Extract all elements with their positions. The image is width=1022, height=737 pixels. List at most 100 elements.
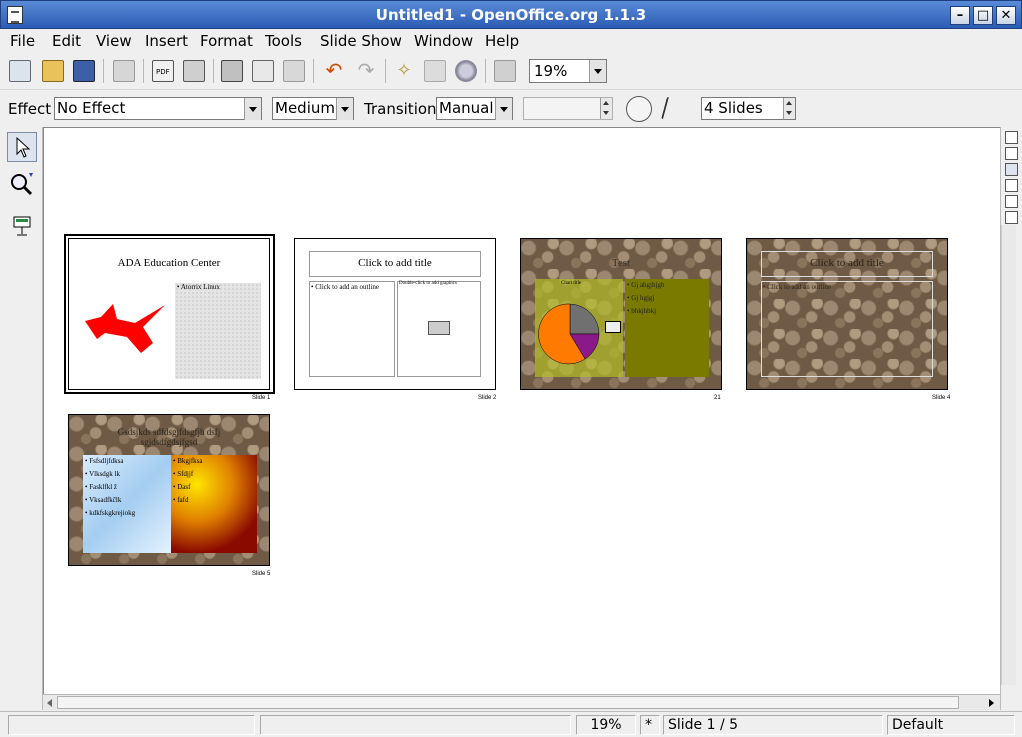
bullet-item: • Fasklfkl ž xyxy=(85,483,118,491)
slides-per-row-value: 4 Slides xyxy=(704,99,763,117)
status-size xyxy=(260,715,571,735)
status-zoom[interactable]: 19% xyxy=(576,715,636,735)
slide-title: ADA Education Center xyxy=(117,257,221,269)
menu-insert[interactable]: Insert xyxy=(145,32,188,50)
cut-icon[interactable] xyxy=(221,60,243,82)
edit-file-icon[interactable] xyxy=(113,60,135,82)
scroll-thumb[interactable] xyxy=(57,696,959,709)
zoom-combo[interactable]: 19% xyxy=(529,59,607,83)
drawing-view-tab[interactable] xyxy=(1005,131,1018,144)
chevron-down-icon[interactable] xyxy=(336,98,353,120)
menu-window[interactable]: Window xyxy=(414,32,473,50)
menu-file[interactable]: File xyxy=(10,32,35,50)
menu-format[interactable]: Format xyxy=(200,32,253,50)
menu-edit[interactable]: Edit xyxy=(52,32,81,50)
redo-icon[interactable]: ↷ xyxy=(355,60,377,82)
bullet-item: • fafd xyxy=(173,496,189,504)
handout-view-tab[interactable] xyxy=(1005,195,1018,208)
vertical-scrollbar[interactable] xyxy=(1001,225,1016,685)
bullet-item: • bhkjhbkj xyxy=(627,307,657,315)
slide-thumbnail-5[interactable]: Gsdsjkds sdfdsgjfdsgfjh dsfj sgjdsdfgdsj… xyxy=(68,414,270,566)
show-hide-slide-icon[interactable] xyxy=(661,97,679,119)
undo-icon[interactable]: ↶ xyxy=(323,60,345,82)
data-sources-icon[interactable] xyxy=(494,60,516,82)
speed-select[interactable]: Medium xyxy=(272,97,354,120)
transition-select[interactable]: Manual xyxy=(436,97,513,120)
slide-title: Click to add title xyxy=(358,257,432,269)
effect-select[interactable]: No Effect xyxy=(54,97,262,120)
status-slide: Slide 1 / 5 xyxy=(663,715,883,735)
speed-value: Medium xyxy=(275,99,335,117)
effect-value: No Effect xyxy=(57,99,126,117)
paste-icon[interactable] xyxy=(283,60,305,82)
text-box-background xyxy=(175,283,261,379)
bullet-item: • Fsfsdljfdksa xyxy=(85,457,124,465)
gallery-icon[interactable] xyxy=(455,60,477,82)
horizontal-scrollbar[interactable] xyxy=(43,694,1000,710)
slide-thumbnail-3[interactable]: Test Chart title • Gj ahgjhjgh • Gj hgjg… xyxy=(520,238,722,390)
slide-thumbnail-1[interactable]: ADA Education Center • Atorrix Linux xyxy=(68,238,270,390)
status-layout: Default xyxy=(887,715,1015,735)
save-icon[interactable] xyxy=(73,60,95,82)
export-pdf-icon[interactable]: PDF xyxy=(152,60,174,82)
scroll-right-icon[interactable] xyxy=(989,699,994,707)
minimize-button[interactable]: – xyxy=(950,6,970,25)
chart-title: Chart title xyxy=(561,281,582,286)
menu-view[interactable]: View xyxy=(96,32,132,50)
outline-placeholder xyxy=(309,281,395,377)
copy-icon[interactable] xyxy=(252,60,274,82)
slide-label: Slide 5 xyxy=(252,571,271,577)
slide-label: Slide 4 xyxy=(932,395,951,401)
slide-view-tab[interactable] xyxy=(1005,163,1018,176)
slide-title: Test xyxy=(611,257,631,269)
bullet-item: • Sfdjjf xyxy=(173,470,194,478)
chevron-down-icon[interactable] xyxy=(589,60,606,82)
bullet-item: • Vlksdgk lk xyxy=(85,470,120,478)
bullet-item: • Gj ahgjhjgh xyxy=(627,281,665,289)
sorter-view-tab[interactable] xyxy=(1005,211,1018,224)
menu-help[interactable]: Help xyxy=(485,32,519,50)
time-spinbox[interactable] xyxy=(523,97,613,120)
slide-thumbnail-2[interactable]: Click to add title • Click to add an out… xyxy=(294,238,496,390)
bullet-item: • kdkfskgkrejiokg xyxy=(85,509,136,517)
print-icon[interactable] xyxy=(183,60,205,82)
slide-title: Gsdsjkds sdfdsgjfdsgfjh dsfj sgjdsdfgdsj… xyxy=(117,427,221,447)
zoom-icon[interactable] xyxy=(7,169,37,199)
menu-tools[interactable]: Tools xyxy=(265,32,302,50)
slide-timer-icon[interactable] xyxy=(626,96,652,122)
table-icon[interactable] xyxy=(424,60,446,82)
title-bar: Untitled1 - OpenOffice.org 1.1.3 – □ ✕ xyxy=(0,0,1022,29)
bullet-item: • Atorrix Linux xyxy=(177,283,220,291)
chart-legend xyxy=(605,321,621,333)
standard-toolbar: PDF ↶ ↷ ✧ 19% xyxy=(0,53,1022,90)
image-placeholder-icon xyxy=(428,321,450,335)
slide-sorter-bar: Effect No Effect Medium Transition Manua… xyxy=(0,90,1022,127)
chevron-down-icon[interactable] xyxy=(244,98,261,120)
close-button[interactable]: ✕ xyxy=(996,6,1016,25)
outline-view-tab[interactable] xyxy=(1005,147,1018,160)
outline-hint: • Click to add an outline xyxy=(763,283,831,291)
bullet-item: • Dasf xyxy=(173,483,191,491)
zoom-value: 19% xyxy=(534,62,568,80)
chevron-down-icon[interactable] xyxy=(495,98,512,120)
bird-graphic xyxy=(85,304,165,353)
slide-label: Slide 2 xyxy=(478,395,497,401)
scroll-left-icon[interactable] xyxy=(47,699,52,707)
slide-sorter-area: ADA Education Center • Atorrix Linux Sli… xyxy=(43,127,1000,694)
new-document-icon[interactable] xyxy=(9,60,31,82)
navigator-icon[interactable]: ✧ xyxy=(393,60,415,82)
slide-show-icon[interactable] xyxy=(7,211,37,241)
slide-thumbnail-4[interactable]: Click to add title • Click to add an out… xyxy=(746,238,948,390)
status-bar: 19% * Slide 1 / 5 Default xyxy=(0,711,1022,737)
spin-arrows-icon[interactable] xyxy=(783,98,795,119)
slides-per-row-spinbox[interactable]: 4 Slides xyxy=(701,97,796,120)
open-folder-icon[interactable] xyxy=(42,60,64,82)
notes-view-tab[interactable] xyxy=(1005,179,1018,192)
slide-title: Click to add title xyxy=(810,257,884,269)
spin-arrows-icon[interactable] xyxy=(600,98,612,119)
menu-slide-show[interactable]: Slide Show xyxy=(320,32,402,50)
outline-hint: • Click to add an outline xyxy=(311,283,379,291)
menu-bar: File Edit View Insert Format Tools Slide… xyxy=(0,29,1022,53)
maximize-button[interactable]: □ xyxy=(973,6,993,25)
select-arrow-icon[interactable] xyxy=(7,132,37,162)
